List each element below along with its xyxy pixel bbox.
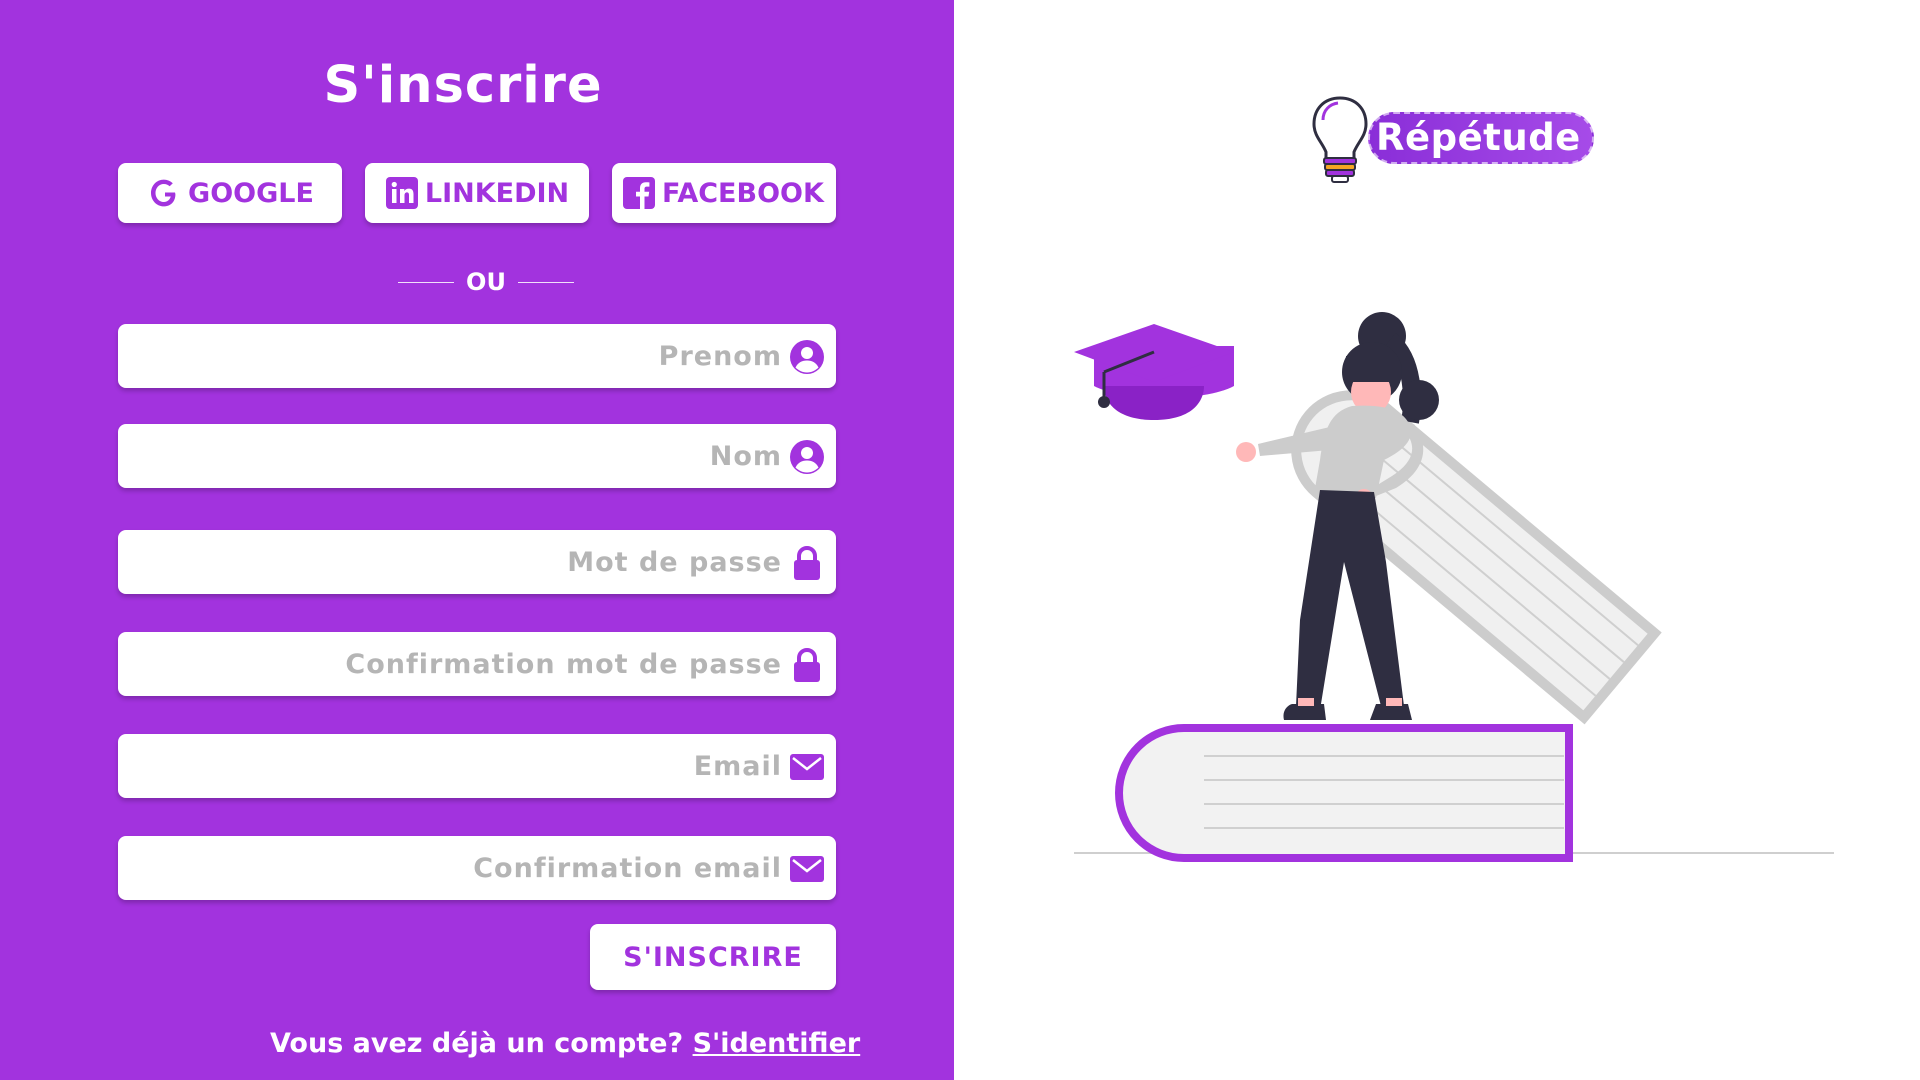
linkedin-label: LINKEDIN [424, 177, 570, 209]
lock-icon [794, 647, 820, 682]
login-prompt: Vous avez déjà un compte? S'identifier [270, 1028, 860, 1059]
login-prompt-text: Vous avez déjà un compte? [270, 1028, 693, 1059]
user-icon [790, 440, 824, 474]
signup-submit-button[interactable]: S'INSCRIRE [590, 924, 836, 990]
firstname-input[interactable] [118, 324, 790, 388]
password-input[interactable] [118, 530, 790, 594]
separator-line [398, 281, 455, 283]
password-field[interactable] [118, 530, 836, 594]
signup-panel: S'inscrire GOOGLE LINKEDIN FACEBOOK OU P… [0, 0, 954, 1080]
student-on-books-illustration [1074, 312, 1834, 862]
facebook-icon [623, 177, 655, 209]
password-confirm-field[interactable] [118, 632, 836, 696]
email-field[interactable] [118, 734, 836, 798]
facebook-signup-button[interactable]: FACEBOOK [612, 163, 836, 223]
user-icon [790, 340, 824, 374]
email-confirm-field[interactable] [118, 836, 836, 900]
google-label: GOOGLE [188, 177, 314, 209]
brand-name: Répétude [1376, 116, 1581, 159]
email-input[interactable] [118, 734, 790, 798]
lock-icon [794, 545, 820, 580]
lastname-input[interactable] [118, 424, 790, 488]
lightbulb-icon [1312, 96, 1368, 183]
bottom-book [1115, 724, 1573, 862]
linkedin-signup-button[interactable]: LINKEDIN [365, 163, 589, 223]
email-confirm-input[interactable] [118, 836, 790, 900]
linkedin-icon [385, 177, 418, 209]
facebook-label: FACEBOOK [662, 177, 824, 209]
separator-line [517, 281, 574, 283]
firstname-field[interactable] [118, 324, 836, 388]
google-icon [151, 179, 176, 207]
or-separator: OU [394, 263, 578, 301]
login-link[interactable]: S'identifier [693, 1028, 861, 1059]
lastname-field[interactable] [118, 424, 836, 488]
password-confirm-input[interactable] [118, 632, 790, 696]
google-signup-button[interactable]: GOOGLE [118, 163, 342, 223]
graduation-cap-icon [1074, 324, 1234, 420]
envelope-icon [790, 856, 824, 882]
envelope-icon [790, 754, 824, 780]
separator-text: OU [466, 268, 506, 296]
page-title: S'inscrire [323, 56, 603, 115]
